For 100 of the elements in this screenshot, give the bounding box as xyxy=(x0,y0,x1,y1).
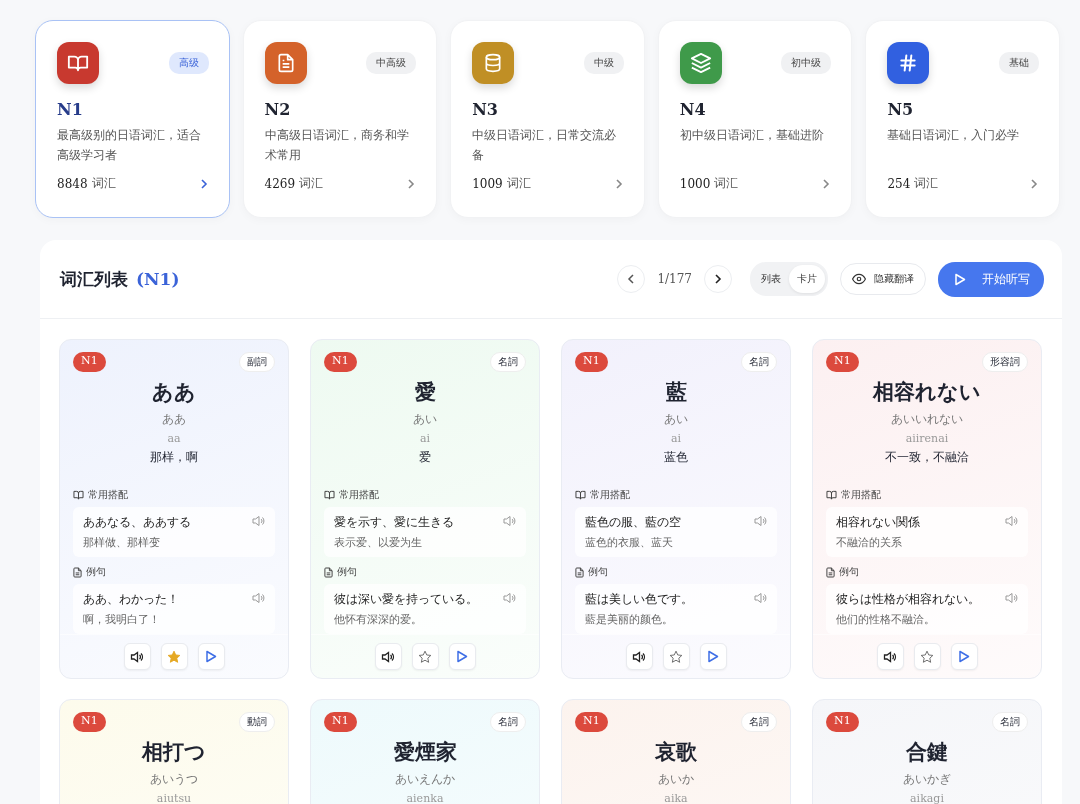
chevron-left-icon xyxy=(627,274,636,284)
speaker-icon[interactable] xyxy=(252,515,265,527)
collocation-translation: 蓝色的衣服、蓝天 xyxy=(585,535,674,550)
play-button[interactable] xyxy=(950,643,978,670)
collocation-text: 愛を示す、愛に生きる xyxy=(334,514,454,531)
collocation-text: 藍色の服、藍の空 xyxy=(585,514,681,531)
level-card[interactable]: 基础 N5 基础日语词汇，入门必学 254 词汇 xyxy=(865,20,1060,218)
play-button[interactable] xyxy=(699,643,727,670)
example-translation: 他怀有深深的爱。 xyxy=(334,612,423,627)
collocation-translation: 表示爱、以爱为生 xyxy=(334,535,423,550)
speaker-icon[interactable] xyxy=(252,592,265,604)
speaker-icon xyxy=(381,650,395,663)
collocation-text: ああなる、ああする xyxy=(83,514,191,531)
part-of-speech-tag: 名詞 xyxy=(992,712,1028,732)
section-label: 常用搭配 xyxy=(590,488,630,502)
speaker-icon xyxy=(883,650,897,663)
word: 愛 xyxy=(413,378,437,406)
collocation-translation: 那样做、那样变 xyxy=(83,535,161,550)
level-tag: (N1) xyxy=(136,269,180,289)
speaker-icon[interactable] xyxy=(1005,515,1018,527)
speaker-icon xyxy=(632,650,646,663)
level-badge: N1 xyxy=(826,712,859,732)
level-card[interactable]: 高级 N1 最高级别的日语词汇，适合高级学习者 8848 词汇 xyxy=(35,20,230,218)
favorite-button[interactable] xyxy=(662,643,690,670)
book-icon xyxy=(73,490,84,500)
word-meaning: 不一致，不融洽 xyxy=(884,449,970,466)
chevron-right-icon xyxy=(406,177,417,190)
speaker-icon[interactable] xyxy=(503,515,516,527)
word: 愛煙家 xyxy=(392,738,458,766)
pronounce-button[interactable] xyxy=(625,643,653,670)
star-icon xyxy=(920,649,934,664)
word: 哀歌 xyxy=(654,738,698,766)
word-count: 1009 xyxy=(472,176,503,191)
speaker-icon[interactable] xyxy=(754,592,767,604)
part-of-speech-tag: 名詞 xyxy=(490,352,526,372)
speaker-icon[interactable] xyxy=(503,592,516,604)
level-name: N5 xyxy=(887,100,915,119)
level-card[interactable]: 中高级 N2 中高级日语词汇，商务和学术常用 4269 词汇 xyxy=(242,20,438,218)
section-label: 例句 xyxy=(588,565,608,579)
word-romaji: ai xyxy=(669,432,683,445)
word-reading: あい xyxy=(412,411,438,428)
section-label: 例句 xyxy=(337,565,357,579)
speaker-icon[interactable] xyxy=(1005,592,1018,604)
play-button[interactable] xyxy=(197,643,225,670)
next-page-button[interactable] xyxy=(704,265,732,293)
start-dictation-button[interactable]: 开始听写 xyxy=(938,261,1044,297)
speaker-icon[interactable] xyxy=(754,515,767,527)
document-icon xyxy=(826,566,835,578)
word: 相容れない xyxy=(871,378,982,406)
pronounce-button[interactable] xyxy=(123,643,151,670)
word-romaji: aienka xyxy=(405,792,445,804)
level-description: 基础日语词汇，入门必学 xyxy=(887,127,1021,144)
hash-icon xyxy=(898,53,919,73)
word-meaning: 爱 xyxy=(418,449,432,466)
favorite-button[interactable] xyxy=(913,643,941,670)
pronounce-button[interactable] xyxy=(374,643,402,670)
part-of-speech-tag: 動詞 xyxy=(239,712,275,732)
document-icon xyxy=(575,566,584,578)
section-label: 常用搭配 xyxy=(339,488,379,502)
word-romaji: aika xyxy=(663,792,689,804)
word-reading: あいえんか xyxy=(394,771,456,788)
word: 合鍵 xyxy=(905,738,949,766)
level-badge: N1 xyxy=(324,712,357,732)
word-reading: あいか xyxy=(657,771,695,788)
level-badge: N1 xyxy=(324,352,357,372)
page-indicator: 1/177 xyxy=(657,272,692,286)
part-of-speech-tag: 名詞 xyxy=(490,712,526,732)
level-card[interactable]: 初中级 N4 初中级日语词汇，基础进阶 1000 词汇 xyxy=(657,20,853,218)
level-name: N3 xyxy=(472,100,499,119)
word-count-unit: 词汇 xyxy=(299,175,324,192)
word: ああ xyxy=(151,378,197,406)
star-icon xyxy=(418,649,432,664)
word-count-unit: 词汇 xyxy=(914,175,939,192)
view-tab[interactable]: 列表 xyxy=(753,265,789,293)
level-badge: N1 xyxy=(575,712,608,732)
word-reading: あいかぎ xyxy=(902,771,952,788)
view-tab[interactable]: 卡片 xyxy=(789,265,825,293)
section-label: 例句 xyxy=(86,565,106,579)
part-of-speech-tag: 副詞 xyxy=(239,352,275,372)
level-description: 最高级别的日语词汇，适合高级学习者 xyxy=(57,127,202,164)
level-badge: N1 xyxy=(73,712,106,732)
word-count-unit: 词汇 xyxy=(91,175,116,192)
level-badge: 基础 xyxy=(998,52,1039,74)
word-reading: ああ xyxy=(161,411,187,428)
level-name: N1 xyxy=(57,100,84,119)
word-reading: あいうつ xyxy=(149,771,199,788)
level-badge: 中高级 xyxy=(366,52,417,74)
chevron-right-icon xyxy=(821,177,832,190)
play-button[interactable] xyxy=(448,643,476,670)
pronounce-button[interactable] xyxy=(876,643,904,670)
favorite-button[interactable] xyxy=(411,643,439,670)
favorite-button[interactable] xyxy=(160,643,188,670)
level-card[interactable]: 中级 N3 中级日语词汇，日常交流必备 1009 词汇 xyxy=(450,20,645,218)
level-badge: N1 xyxy=(575,352,608,372)
hide-translation-button[interactable]: 隐藏翻译 xyxy=(840,263,926,295)
previous-page-button[interactable] xyxy=(617,265,646,293)
level-description: 中高级日语词汇，商务和学术常用 xyxy=(264,127,410,164)
level-badge: 中级 xyxy=(583,52,624,74)
word-romaji: aiutsu xyxy=(155,792,193,804)
document-icon xyxy=(324,566,333,578)
